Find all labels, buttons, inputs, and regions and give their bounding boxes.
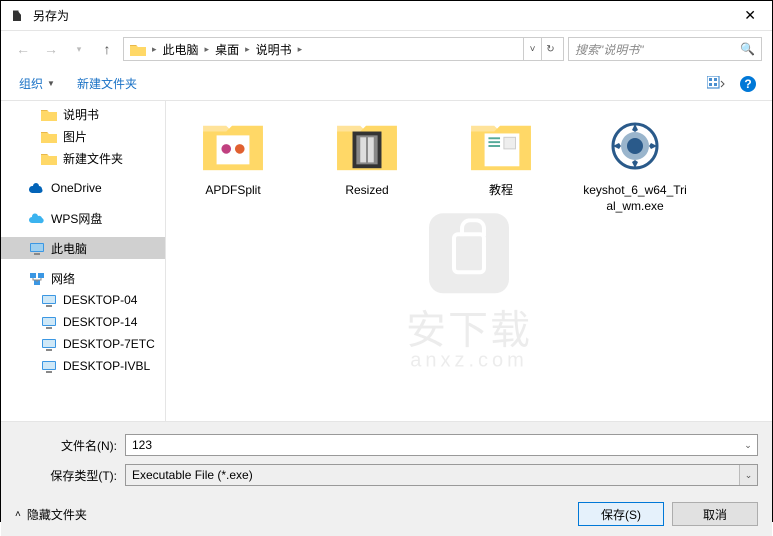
- breadcrumb-seg[interactable]: 说明书: [254, 41, 294, 58]
- computer-icon: [41, 292, 57, 308]
- computer-icon: [41, 336, 57, 352]
- up-button[interactable]: ↑: [95, 37, 119, 61]
- search-input[interactable]: 搜索"说明书" 🔍: [568, 37, 762, 61]
- item-label: Resized: [345, 183, 388, 199]
- filename-label: 文件名(N):: [15, 437, 125, 454]
- title-bar: 另存为 ✕: [1, 1, 772, 31]
- window-title: 另存为: [33, 7, 69, 24]
- item-thumb: [599, 115, 671, 177]
- save-button[interactable]: 保存(S): [578, 502, 664, 526]
- file-item[interactable]: 教程: [446, 115, 556, 214]
- item-thumb: [465, 115, 537, 177]
- chevron-right-icon[interactable]: ▸: [294, 44, 307, 55]
- wps-icon: [29, 210, 45, 226]
- hide-folders-toggle[interactable]: ˄ 隐藏文件夹: [15, 506, 87, 523]
- onedrive-icon: [29, 180, 45, 196]
- filename-input[interactable]: 123 ⌄: [125, 434, 758, 456]
- breadcrumb-seg[interactable]: 桌面: [213, 41, 241, 58]
- tree-item[interactable]: 新建文件夹: [1, 147, 165, 169]
- filetype-label: 保存类型(T):: [15, 467, 125, 484]
- tree-item[interactable]: DESKTOP-IVBL: [1, 355, 165, 377]
- thispc-icon: [29, 240, 45, 256]
- tree-item[interactable]: DESKTOP-7ETC: [1, 333, 165, 355]
- tree-view[interactable]: 说明书图片新建文件夹OneDriveWPS网盘此电脑网络DESKTOP-04DE…: [1, 101, 166, 421]
- cancel-button[interactable]: 取消: [672, 502, 758, 526]
- tree-item[interactable]: 此电脑: [1, 237, 165, 259]
- breadcrumb-dropdown[interactable]: ˅: [523, 38, 541, 60]
- item-label: APDFSplit: [205, 183, 260, 199]
- refresh-button[interactable]: ↻: [541, 38, 559, 60]
- tree-item[interactable]: 说明书: [1, 103, 165, 125]
- tree-item[interactable]: WPS网盘: [1, 207, 165, 229]
- breadcrumb[interactable]: ▸ 此电脑 ▸ 桌面 ▸ 说明书 ▸ ˅ ↻: [123, 37, 564, 61]
- tree-item[interactable]: 网络: [1, 267, 165, 289]
- tree-item[interactable]: OneDrive: [1, 177, 165, 199]
- file-item[interactable]: APDFSplit: [178, 115, 288, 214]
- tree-item[interactable]: DESKTOP-14: [1, 311, 165, 333]
- folder-icon: [41, 128, 57, 144]
- chevron-up-icon: ˄: [15, 509, 21, 520]
- chevron-right-icon[interactable]: ▸: [241, 44, 254, 55]
- bottom-panel: 文件名(N): 123 ⌄ 保存类型(T): Executable File (…: [1, 421, 772, 536]
- chevron-right-icon[interactable]: ▸: [201, 44, 214, 55]
- file-list[interactable]: APDFSplit Resized 教程 keyshot_6_w64_Trial_wm…: [166, 101, 772, 421]
- app-icon: [9, 8, 25, 24]
- watermark: 安下载 anxz.com: [406, 213, 532, 372]
- folder-icon: [128, 39, 148, 59]
- search-placeholder: 搜索"说明书": [575, 41, 644, 58]
- search-icon[interactable]: 🔍: [740, 42, 755, 56]
- item-label: 教程: [489, 183, 513, 199]
- item-thumb: [197, 115, 269, 177]
- svg-text:?: ?: [744, 77, 751, 91]
- tree-item[interactable]: 图片: [1, 125, 165, 147]
- back-button: ←: [11, 37, 35, 61]
- computer-icon: [41, 314, 57, 330]
- computer-icon: [41, 358, 57, 374]
- tree-item[interactable]: DESKTOP-04: [1, 289, 165, 311]
- nav-bar: ← → ▾ ↑ ▸ 此电脑 ▸ 桌面 ▸ 说明书 ▸ ˅ ↻ 搜索"说明书" 🔍: [1, 31, 772, 67]
- file-item[interactable]: keyshot_6_w64_Trial_wm.exe: [580, 115, 690, 214]
- newfolder-button[interactable]: 新建文件夹: [71, 71, 143, 96]
- item-label: keyshot_6_w64_Trial_wm.exe: [580, 183, 690, 214]
- filename-dropdown[interactable]: ⌄: [739, 435, 757, 455]
- help-button[interactable]: ?: [736, 72, 760, 96]
- filetype-select[interactable]: Executable File (*.exe) ⌄: [125, 464, 758, 486]
- toolbar: 组织 ▼ 新建文件夹 ?: [1, 67, 772, 101]
- main-area: 说明书图片新建文件夹OneDriveWPS网盘此电脑网络DESKTOP-04DE…: [1, 101, 772, 421]
- folder-icon: [41, 106, 57, 122]
- view-button[interactable]: [704, 72, 728, 96]
- forward-button: →: [39, 37, 63, 61]
- filetype-dropdown[interactable]: ⌄: [739, 465, 757, 485]
- item-thumb: [331, 115, 403, 177]
- file-item[interactable]: Resized: [312, 115, 422, 214]
- chevron-down-icon: ▼: [47, 79, 55, 88]
- network-icon: [29, 270, 45, 286]
- chevron-right-icon[interactable]: ▸: [148, 44, 161, 55]
- folder-icon: [41, 150, 57, 166]
- organize-button[interactable]: 组织 ▼: [13, 71, 61, 96]
- breadcrumb-seg[interactable]: 此电脑: [161, 41, 201, 58]
- recent-dropdown[interactable]: ▾: [67, 37, 91, 61]
- close-icon[interactable]: ✕: [744, 7, 756, 24]
